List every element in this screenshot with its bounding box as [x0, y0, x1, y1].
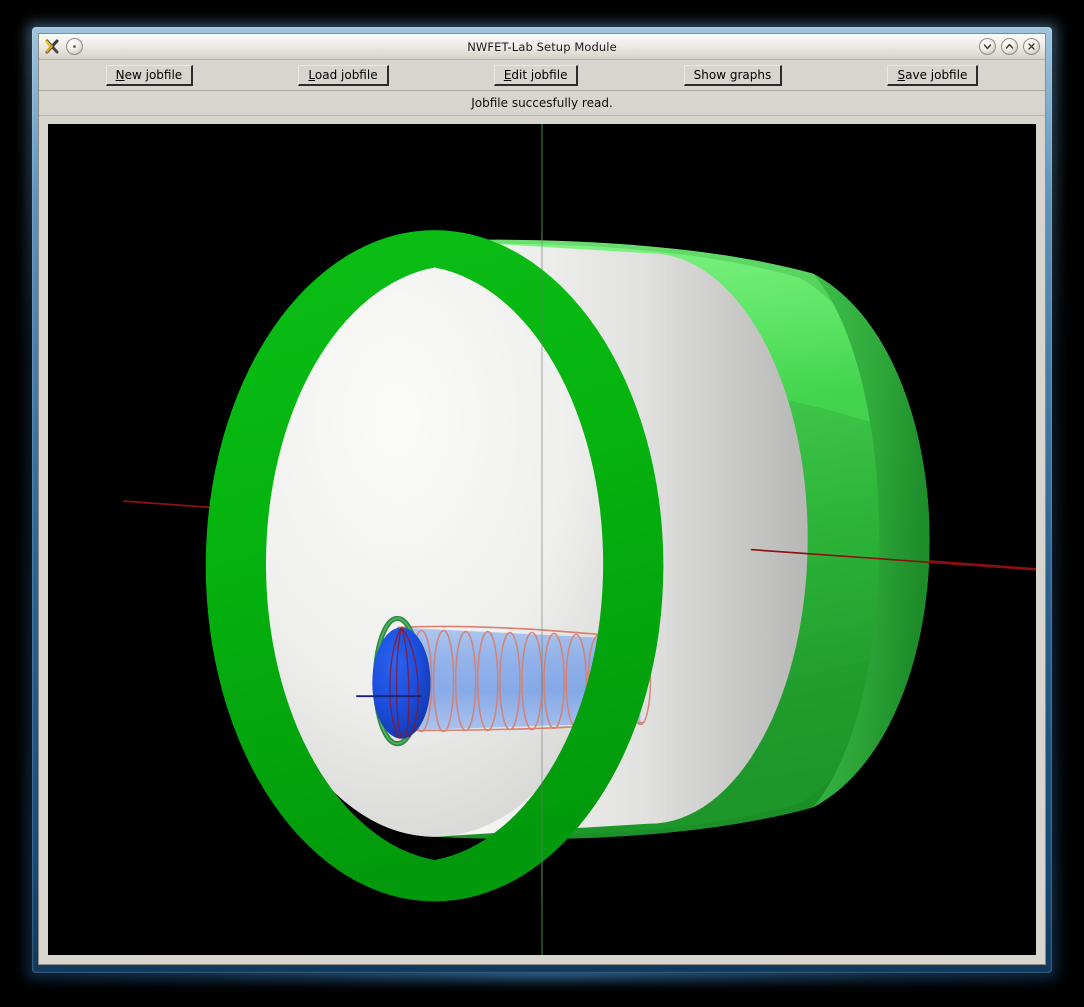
chevron-down-icon	[983, 44, 992, 50]
title-bar-left-controls	[44, 38, 83, 55]
close-icon	[1028, 43, 1035, 50]
3d-device-viewport[interactable]	[48, 124, 1036, 955]
window-frame: NWFET-Lab Setup Module New jobfile Load …	[32, 27, 1052, 973]
window-title: NWFET-Lab Setup Module	[467, 39, 617, 54]
edit-jobfile-button[interactable]: Edit jobfile	[493, 64, 579, 86]
edit-jobfile-label: dit jobfile	[511, 67, 568, 82]
show-graphs-label: raphs	[737, 67, 772, 82]
save-jobfile-label: ave jobfile	[905, 67, 968, 82]
show-graphs-prefix: Show	[693, 67, 730, 82]
load-jobfile-button[interactable]: Load jobfile	[298, 64, 389, 86]
load-jobfile-label: oad jobfile	[314, 67, 378, 82]
viewport-container	[39, 116, 1045, 964]
desktop-background: NWFET-Lab Setup Module New jobfile Load …	[0, 0, 1084, 1007]
application-icon[interactable]	[44, 38, 61, 55]
save-jobfile-button[interactable]: Save jobfile	[887, 64, 979, 86]
title-bar[interactable]: NWFET-Lab Setup Module	[39, 34, 1045, 60]
show-graphs-mnemonic: g	[729, 67, 738, 82]
status-bar: Jobfile succesfully read.	[39, 91, 1045, 116]
new-jobfile-mnemonic: N	[115, 67, 125, 82]
shade-button[interactable]	[66, 38, 83, 55]
window-controls	[979, 38, 1040, 55]
new-jobfile-label: ew jobfile	[124, 67, 183, 82]
nanowire-endcap	[372, 627, 431, 739]
new-jobfile-button[interactable]: New jobfile	[105, 64, 194, 86]
toolbar: New jobfile Load jobfile Edit jobfile Sh…	[39, 60, 1045, 91]
close-button[interactable]	[1023, 38, 1040, 55]
chevron-up-icon	[1005, 43, 1014, 49]
show-graphs-button[interactable]: Show graphs	[683, 64, 783, 86]
3d-scene	[48, 124, 1036, 955]
minimize-button[interactable]	[979, 38, 996, 55]
status-message: Jobfile succesfully read.	[471, 96, 613, 110]
maximize-button[interactable]	[1001, 38, 1018, 55]
save-jobfile-mnemonic: S	[897, 67, 906, 82]
application-window: NWFET-Lab Setup Module New jobfile Load …	[38, 33, 1046, 965]
